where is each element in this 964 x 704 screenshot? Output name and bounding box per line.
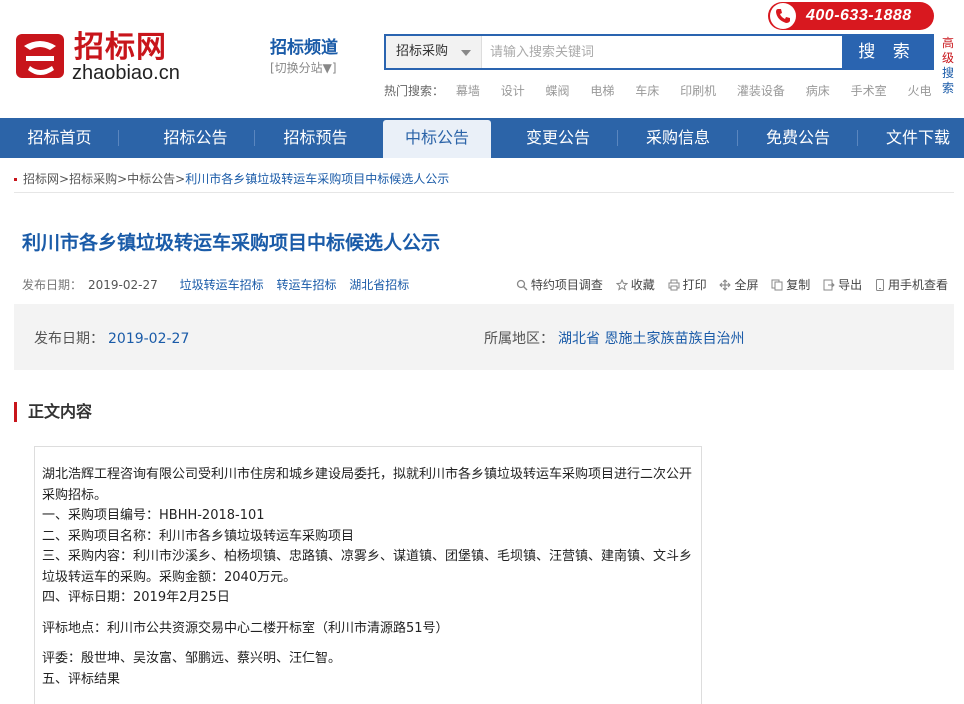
advanced-search-line1: 高级 [942,36,955,65]
hotline-number: 400-633-1888 [806,7,912,24]
nav-item-home[interactable]: 招标首页 [0,118,119,158]
info-region: 所属地区： 湖北省 恩施土家族苗族自治州 [484,328,744,348]
info-region-value[interactable]: 湖北省 恩施土家族苗族自治州 [558,331,744,347]
site-logo[interactable]: 招标网 zhaobiao.cn [16,30,196,84]
info-date-label: 发布日期： [34,331,104,347]
logo-mark-icon [16,34,64,78]
export-icon [823,279,835,291]
page-title: 利川市各乡镇垃圾转运车采购项目中标候选人公示 [22,232,441,254]
hot-search-item[interactable]: 电梯 [590,84,614,98]
document-body: 湖北浩辉工程咨询有限公司受利川市住房和城乡建设局委托，拟就利川市各乡镇垃圾转运车… [34,446,702,704]
info-date-value: 2019-02-27 [108,331,190,347]
nav-item-award[interactable]: 中标公告 [383,120,491,158]
hot-search-item[interactable]: 火电 [907,84,931,98]
fullscreen-icon [719,279,732,291]
search-category-select[interactable]: 招标采购 [386,36,482,68]
mobile-view-button[interactable]: 用手机查看 [875,276,948,293]
export-button[interactable]: 导出 [823,276,862,293]
copy-button[interactable]: 复制 [771,276,810,293]
hot-search-item[interactable]: 印刷机 [680,84,716,98]
export-label: 导出 [838,278,863,292]
search-category-label: 招标采购 [396,44,449,59]
logo-text: 招标网 [74,30,167,65]
hot-search-item[interactable]: 设计 [501,84,525,98]
main-nav: 招标首页 招标公告 招标预告 中标公告 变更公告 采购信息 免费公告 文件下载 [0,118,964,158]
body-paragraph: 评委：殷世坤、吴汝富、邹鹏远、蔡兴明、汪仁智。 [42,651,342,666]
mobile-view-label: 用手机查看 [887,278,948,292]
site-header: 招标网 zhaobiao.cn 招标频道 [切换分站▼] 400-633-188… [0,0,964,118]
channel-title: 招标频道 [270,38,338,58]
phone-icon [770,3,796,29]
search-button[interactable]: 搜 索 [842,36,932,68]
favorite-button[interactable]: 收藏 [615,276,655,293]
info-region-label: 所属地区： [484,331,554,347]
breadcrumb-separator: > [59,172,70,186]
section-title: 正文内容 [14,402,92,422]
star-icon [615,278,628,291]
nav-item-free[interactable]: 免费公告 [738,118,858,158]
mobile-phone-icon [875,279,884,291]
breadcrumb-item[interactable]: 中标公告 [127,172,175,186]
favorite-label: 收藏 [630,278,655,292]
body-paragraph: 五、评标结果 [42,671,121,687]
search-icon [516,279,528,291]
survey-button[interactable]: 特约项目调查 [516,276,603,293]
survey-label: 特约项目调查 [530,278,603,292]
chevron-down-icon [461,50,471,56]
fullscreen-label: 全屏 [734,278,759,292]
breadcrumb-current[interactable]: 利川市各乡镇垃圾转运车采购项目中标候选人公示 [185,172,449,186]
copy-icon [771,279,783,291]
tag-link[interactable]: 垃圾转运车招标 [180,278,264,292]
breadcrumb-separator: > [117,172,128,186]
logo-domain: zhaobiao.cn [72,62,180,84]
body-paragraph: 三、采购内容：利川市沙溪乡、柏杨坝镇、忠路镇、凉雾乡、谋道镇、团堡镇、毛坝镇、汪… [42,549,693,585]
article-meta: 发布日期： 2019-02-27 垃圾转运车招标 转运车招标 湖北省招标 [22,276,418,293]
body-paragraph: 评标地点：利川市公共资源交易中心二楼开标室（利川市清源路51号） [42,620,449,636]
nav-item-preview[interactable]: 招标预告 [256,118,375,158]
body-paragraph: 湖北浩辉工程咨询有限公司受利川市住房和城乡建设局委托，拟就利川市各乡镇垃圾转运车… [42,467,693,503]
hot-search-item[interactable]: 手术室 [851,84,887,98]
body-paragraph: 四、评标日期：2019年2月25日 [42,590,230,605]
hot-search-item[interactable]: 灌装设备 [737,84,785,98]
nav-item-download[interactable]: 文件下载 [858,118,964,158]
info-box: 发布日期： 2019-02-27 所属地区： 湖北省 恩施土家族苗族自治州 [14,304,954,370]
body-paragraph: 二、采购项目名称：利川市各乡镇垃圾转运车采购项目 [42,528,355,544]
hot-search-item[interactable]: 幕墙 [456,84,480,98]
search-bar: 招标采购 搜 索 [384,34,934,70]
hot-search-item[interactable]: 蝶阀 [546,84,570,98]
breadcrumb-item[interactable]: 招标采购 [69,172,117,186]
fullscreen-button[interactable]: 全屏 [719,276,758,293]
search-input[interactable] [482,36,842,68]
hot-search-item[interactable]: 车床 [635,84,659,98]
nav-item-tender[interactable]: 招标公告 [136,118,255,158]
divider [14,192,954,193]
breadcrumb-item[interactable]: 招标网 [23,172,59,186]
hotline-badge: 400-633-1888 [768,2,934,30]
publish-date-label: 发布日期： [22,278,83,292]
bullet-icon [14,178,17,181]
channel-selector: 招标频道 [切换分站▼] [270,38,338,76]
hot-search-label: 热门搜索： [384,84,445,98]
body-paragraph: 一、采购项目编号：HBHH-2018-101 [42,508,265,523]
tag-link[interactable]: 转运车招标 [276,278,336,292]
info-date: 发布日期： 2019-02-27 [34,328,189,348]
breadcrumb-separator: > [175,172,186,186]
tag-link[interactable]: 湖北省招标 [349,278,409,292]
hot-search-item[interactable]: 病床 [806,84,830,98]
nav-item-change[interactable]: 变更公告 [498,118,618,158]
copy-label: 复制 [786,278,811,292]
printer-icon [668,279,680,291]
nav-item-purchase[interactable]: 采购信息 [618,118,738,158]
article-toolbar: 特约项目调查 收藏 打印 全屏 复制 导出 用手机查看 [507,276,948,293]
hot-searches: 热门搜索： 幕墙 设计 蝶阀 电梯 车床 印刷机 灌装设备 病床 手术室 火电 [384,82,948,99]
print-label: 打印 [682,278,707,292]
print-button[interactable]: 打印 [668,276,707,293]
breadcrumb: 招标网>招标采购>中标公告>利川市各乡镇垃圾转运车采购项目中标候选人公示 [14,170,449,187]
publish-date: 2019-02-27 [88,278,158,292]
switch-branch-link[interactable]: [切换分站▼] [270,60,338,76]
